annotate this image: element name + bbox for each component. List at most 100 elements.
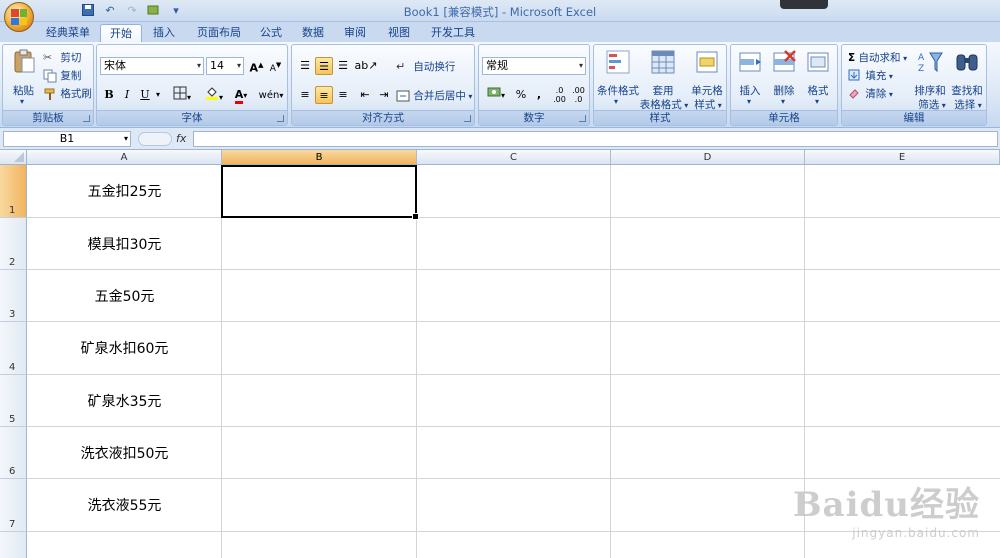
autosum-button[interactable]: Σ 自动求和 ▾ xyxy=(848,50,907,65)
increase-indent-button[interactable]: ⇥ xyxy=(375,86,393,104)
formula-input[interactable] xyxy=(193,131,998,147)
insert-cells-button[interactable]: 插入 ▾ xyxy=(733,49,767,109)
font-name-select[interactable]: 宋体 ▾ xyxy=(100,57,204,75)
tab-developer[interactable]: 开发工具 xyxy=(424,24,482,42)
tab-view[interactable]: 视图 xyxy=(382,24,416,42)
align-right-button[interactable]: ≡ xyxy=(334,86,352,104)
column-header-c[interactable]: C xyxy=(417,150,611,165)
cell-a1[interactable]: 五金扣25元 xyxy=(27,165,222,217)
conditional-format-button[interactable]: 条件格式 ▾ xyxy=(596,49,640,109)
gridline xyxy=(416,165,417,558)
cell-a2[interactable]: 模具扣30元 xyxy=(27,218,222,270)
align-middle-button[interactable]: ☰ xyxy=(315,57,333,75)
row-header-4[interactable]: 4 xyxy=(0,322,27,375)
cell-a3[interactable]: 五金50元 xyxy=(27,270,222,322)
fill-color-button[interactable]: ▾ xyxy=(201,86,227,104)
wrap-text-button[interactable]: ↵ 自动换行 xyxy=(396,59,455,74)
increase-font-button[interactable]: A▲ xyxy=(248,57,265,75)
clipboard-launcher-icon[interactable] xyxy=(83,115,90,122)
formula-bar-divider[interactable] xyxy=(138,132,172,146)
sort-filter-button[interactable]: A Z 排序和 筛选 ▾ xyxy=(912,49,948,111)
row-header-6[interactable]: 6 xyxy=(0,427,27,479)
cell-styles-button[interactable]: 单元格 样式 ▾ xyxy=(688,49,726,111)
column-header-a[interactable]: A xyxy=(27,150,222,165)
find-select-button[interactable]: 查找和 选择 ▾ xyxy=(948,49,986,111)
office-button[interactable] xyxy=(4,2,34,32)
increase-decimal-button[interactable]: .0 .00 xyxy=(551,86,568,104)
chevron-down-icon: ▾ xyxy=(781,97,786,106)
group-label-cells: 单元格 xyxy=(731,110,837,125)
cell-a5[interactable]: 矿泉水35元 xyxy=(27,375,222,427)
format-as-table-button[interactable]: 套用 表格格式 ▾ xyxy=(640,49,688,111)
binoculars-icon xyxy=(956,54,978,71)
worksheet-grid[interactable]: A B C D E 1 五金扣25元 2 模具扣30元 3 五金50元 4 矿泉… xyxy=(0,150,1000,558)
comma-button[interactable]: , xyxy=(531,86,547,104)
tab-home[interactable]: 开始 xyxy=(100,24,142,42)
copy-label: 复制 xyxy=(60,70,82,82)
chevron-down-icon: ▾ xyxy=(614,97,619,106)
phonetic-button[interactable]: wén▾ xyxy=(257,86,285,104)
name-box[interactable]: B1 ▾ xyxy=(3,131,131,147)
decrease-font-button[interactable]: A▼ xyxy=(267,57,284,75)
number-format-select[interactable]: 常规 ▾ xyxy=(482,57,586,75)
row-header-5[interactable]: 5 xyxy=(0,375,27,427)
font-color-button[interactable]: A▾ xyxy=(229,86,253,104)
copy-button[interactable]: 复制 xyxy=(43,68,81,83)
bold-button[interactable]: B xyxy=(101,86,117,104)
align-top-icon: ☰ xyxy=(300,59,310,72)
cell-a7[interactable]: 洗衣液55元 xyxy=(27,479,222,531)
row-number: 4 xyxy=(9,362,16,373)
eraser-icon xyxy=(848,87,862,101)
cut-button[interactable]: ✂ 剪切 xyxy=(43,50,81,65)
align-top-button[interactable]: ☰ xyxy=(296,57,314,75)
column-header-d[interactable]: D xyxy=(611,150,805,165)
tab-review[interactable]: 审阅 xyxy=(338,24,372,42)
underline-dropdown-icon[interactable]: ▾ xyxy=(154,86,162,104)
row-header-8[interactable] xyxy=(0,532,27,558)
row-header-1[interactable]: 1 xyxy=(0,165,27,218)
italic-button[interactable]: I xyxy=(119,86,135,104)
align-bottom-button[interactable]: ☰ xyxy=(334,57,352,75)
decrease-indent-button[interactable]: ⇤ xyxy=(356,86,374,104)
font-size-select[interactable]: 14 ▾ xyxy=(206,57,244,75)
align-left-button[interactable]: ≡ xyxy=(296,86,314,104)
clear-button[interactable]: 清除 ▾ xyxy=(848,86,893,101)
alignment-launcher-icon[interactable] xyxy=(464,115,471,122)
window-controls[interactable] xyxy=(780,0,828,9)
tab-insert[interactable]: 插入 xyxy=(146,24,182,42)
format-painter-button[interactable]: 格式刷 xyxy=(43,86,92,101)
align-center-button[interactable]: ≡ xyxy=(315,86,333,104)
insert-function-icon[interactable]: fx xyxy=(176,132,186,145)
row-header-2[interactable]: 2 xyxy=(0,218,27,270)
svg-text:Z: Z xyxy=(918,64,924,74)
cell-a6[interactable]: 洗衣液扣50元 xyxy=(27,427,222,479)
active-cell-b1[interactable] xyxy=(221,165,419,220)
select-all-button[interactable] xyxy=(0,150,27,165)
font-launcher-icon[interactable] xyxy=(277,115,284,122)
format-cells-button[interactable]: 格式 ▾ xyxy=(801,49,835,109)
fill-button[interactable]: 填充 ▾ xyxy=(848,68,893,83)
title-separator: - xyxy=(498,5,510,19)
column-header-e[interactable]: E xyxy=(805,150,1000,165)
borders-button[interactable]: ▾ xyxy=(169,86,195,104)
group-alignment: ☰ ☰ ☰ ab↗ ↵ 自动换行 ≡ ≡ ≡ ⇤ ⇥ 合并后居中 ▾ 对齐方式 xyxy=(291,44,475,126)
number-launcher-icon[interactable] xyxy=(579,115,586,122)
currency-button[interactable]: ▾ xyxy=(483,86,509,104)
tab-classic-menu[interactable]: 经典菜单 xyxy=(40,24,96,42)
cut-label: 剪切 xyxy=(60,52,82,64)
orientation-button[interactable]: ab↗ xyxy=(354,57,378,75)
percent-button[interactable]: % xyxy=(513,86,529,104)
row-header-3[interactable]: 3 xyxy=(0,270,27,322)
paste-button[interactable]: 粘贴 ▾ xyxy=(7,49,39,109)
decrease-decimal-button[interactable]: .00 .0 xyxy=(570,86,587,104)
column-header-b[interactable]: B xyxy=(222,150,417,165)
name-box-value: B1 xyxy=(59,132,75,145)
merge-center-button[interactable]: 合并后居中 ▾ xyxy=(396,88,472,103)
tab-data[interactable]: 数据 xyxy=(296,24,330,42)
tab-formulas[interactable]: 公式 xyxy=(254,24,288,42)
underline-button[interactable]: U xyxy=(137,86,153,104)
delete-cells-button[interactable]: 删除 ▾ xyxy=(767,49,801,109)
tab-page-layout[interactable]: 页面布局 xyxy=(190,24,248,42)
row-header-7[interactable]: 7 xyxy=(0,479,27,532)
cell-a4[interactable]: 矿泉水扣60元 xyxy=(27,322,222,374)
